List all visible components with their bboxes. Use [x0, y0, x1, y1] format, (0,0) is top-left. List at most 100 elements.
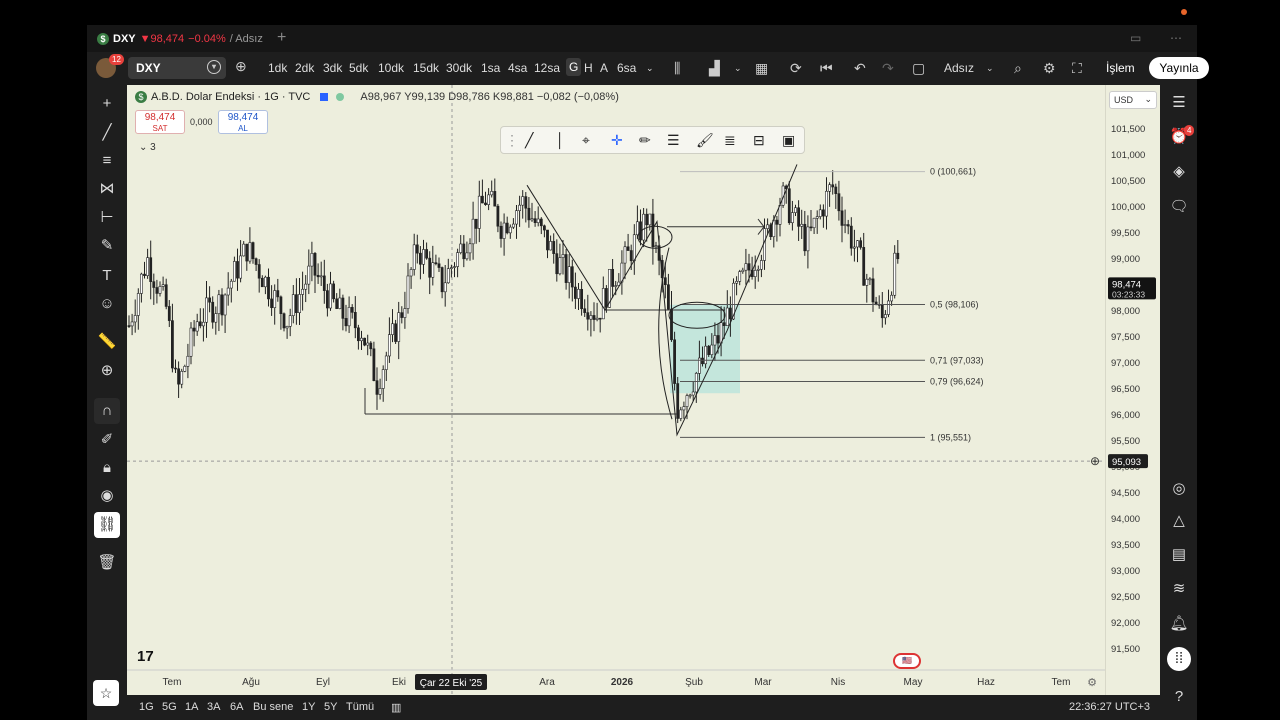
- stay-drawing-icon[interactable]: ✐: [94, 427, 120, 453]
- symbol-search[interactable]: DXY ▾: [128, 57, 226, 79]
- fib-tool-icon[interactable]: ☰: [667, 132, 680, 149]
- timeframe-3[interactable]: 5dk: [349, 61, 368, 75]
- visibility-icon[interactable]: ◉: [94, 483, 120, 509]
- layers-icon[interactable]: ◈: [1167, 160, 1191, 184]
- tab-dxy[interactable]: $ DXY ▼98,474 −0.04% / Adsız: [91, 28, 269, 50]
- us-flag-icon[interactable]: 🇺🇸: [893, 653, 921, 669]
- fib-extension-icon[interactable]: ≣: [724, 132, 736, 149]
- ruler-icon[interactable]: 📏: [94, 329, 120, 355]
- target-icon[interactable]: ◎: [1167, 477, 1191, 501]
- symbol-options-icon[interactable]: ▾: [207, 60, 221, 74]
- sell-button[interactable]: 98,474 SAT: [135, 110, 185, 134]
- help-icon[interactable]: ?: [1167, 685, 1191, 709]
- layout-icon[interactable]: ▢: [912, 60, 925, 77]
- compare-add-icon[interactable]: ⊕: [235, 58, 247, 75]
- range-button-5[interactable]: Bu sene: [253, 701, 293, 713]
- timeframe-11[interactable]: H: [584, 61, 593, 75]
- range-button-0[interactable]: 1G: [139, 701, 154, 713]
- undo-icon[interactable]: ↶: [854, 60, 866, 77]
- timeframe-2[interactable]: 3dk: [323, 61, 342, 75]
- monitor-icon[interactable]: ▭: [1130, 31, 1141, 45]
- gann-icon[interactable]: ⊟: [753, 132, 765, 149]
- price-axis-label: 94,000: [1111, 514, 1140, 525]
- candle-body: [192, 327, 196, 332]
- watchlist-icon[interactable]: ☰: [1167, 91, 1191, 115]
- timeframe-9[interactable]: 12sa: [534, 61, 560, 75]
- more-icon[interactable]: ⋯: [1170, 31, 1182, 45]
- news-icon[interactable]: ≋: [1167, 577, 1191, 601]
- price-axis-label: 100,500: [1111, 176, 1145, 187]
- timeframe-6[interactable]: 30dk: [446, 61, 472, 75]
- timeframe-dropdown-icon[interactable]: ⌄: [646, 63, 654, 74]
- emoji-icon[interactable]: ☺: [94, 291, 120, 317]
- trendline-icon[interactable]: ╱: [94, 120, 120, 146]
- publish-button[interactable]: Yayınla: [1149, 57, 1209, 79]
- indicators-icon[interactable]: ▟: [709, 60, 720, 77]
- indicators-collapse[interactable]: ⌄ 3: [139, 142, 156, 153]
- line-tool-icon[interactable]: ╱: [525, 132, 533, 149]
- redo-icon[interactable]: ↷: [882, 60, 894, 77]
- crosshair-icon[interactable]: +: [94, 91, 120, 117]
- range-button-7[interactable]: 5Y: [324, 701, 337, 713]
- favorites-star-icon[interactable]: ☆: [93, 680, 119, 706]
- timeframe-0[interactable]: 1dk: [268, 61, 287, 75]
- brush-tool-icon[interactable]: 🖌︎: [696, 132, 714, 149]
- layout-name[interactable]: Adsız: [944, 61, 974, 75]
- date-range-icon[interactable]: ▥: [391, 701, 401, 714]
- link-icon[interactable]: ⛓: [94, 512, 120, 538]
- pen-tool-icon[interactable]: ✏: [639, 132, 651, 149]
- range-button-2[interactable]: 1A: [185, 701, 198, 713]
- candle-body: [753, 270, 757, 277]
- price-axis[interactable]: 101,500 101,000 100,500 100,000 99,500 99,000…: [1105, 85, 1160, 700]
- search-icon[interactable]: ⌕: [1014, 60, 1022, 77]
- timeframe-1[interactable]: 2dk: [295, 61, 314, 75]
- drag-handle-icon[interactable]: ⋮: [505, 132, 519, 149]
- chat-icon[interactable]: 🗨︎: [1167, 195, 1191, 219]
- text-icon[interactable]: T: [94, 263, 120, 289]
- timeframe-7[interactable]: 1sa: [481, 61, 500, 75]
- timeframe-4[interactable]: 10dk: [378, 61, 404, 75]
- timeframe-12[interactable]: A: [600, 61, 608, 75]
- range-button-6[interactable]: 1Y: [302, 701, 315, 713]
- timeframe-5[interactable]: 15dk: [413, 61, 439, 75]
- notifications-icon[interactable]: 🔔︎: [1167, 612, 1191, 636]
- magnet-icon[interactable]: ∩: [94, 398, 120, 424]
- replay-icon[interactable]: ⏮: [820, 60, 833, 77]
- timeframe-8[interactable]: 4sa: [508, 61, 527, 75]
- calendar-icon[interactable]: ▤: [1167, 543, 1191, 567]
- timeframe-10[interactable]: G: [566, 58, 582, 76]
- candles-icon[interactable]: ⫼: [674, 60, 680, 77]
- candle-body: [868, 278, 872, 281]
- rectangle-tool-icon[interactable]: ▣: [782, 132, 795, 149]
- add-tab-button[interactable]: +: [277, 29, 286, 47]
- vertical-line-icon[interactable]: │: [556, 132, 565, 148]
- islem-button[interactable]: İşlem: [1098, 57, 1143, 79]
- layout-dropdown-icon[interactable]: ⌄: [986, 63, 994, 74]
- templates-icon[interactable]: ▦: [755, 60, 768, 77]
- currency-select[interactable]: USD ⌄: [1109, 91, 1157, 109]
- apps-grid-icon[interactable]: ⁞⁞: [1167, 647, 1191, 671]
- buy-button[interactable]: 98,474 AL: [218, 110, 268, 134]
- candle-body: [415, 244, 419, 254]
- chevron-down-icon[interactable]: ⌄: [734, 63, 742, 74]
- ideas-icon[interactable]: △: [1167, 509, 1191, 533]
- alert-icon[interactable]: ⟳: [790, 60, 802, 77]
- candle-body: [487, 194, 491, 205]
- trash-icon[interactable]: 🗑︎: [94, 550, 120, 576]
- path-tool-icon[interactable]: ⌖: [582, 132, 590, 149]
- cross-tool-icon[interactable]: ✛: [611, 132, 623, 149]
- projection-icon[interactable]: ⊢: [94, 205, 120, 231]
- range-button-8[interactable]: Tümü: [346, 701, 374, 713]
- brush-icon[interactable]: ✎: [94, 233, 120, 259]
- chart-area[interactable]: 0 (100,661) 0,5 (98,106) 0,71 (97,033) 0,79…: [127, 85, 1160, 700]
- range-button-1[interactable]: 5G: [162, 701, 177, 713]
- zoom-icon[interactable]: ⊕: [94, 358, 120, 384]
- lock-icon[interactable]: 🔒︎: [94, 455, 120, 481]
- pattern-icon[interactable]: ⋈: [94, 176, 120, 202]
- settings-icon[interactable]: ⚙: [1043, 60, 1056, 77]
- timeframe-13[interactable]: 6sa: [617, 61, 636, 75]
- range-button-3[interactable]: 3A: [207, 701, 220, 713]
- range-button-4[interactable]: 6A: [230, 701, 243, 713]
- fib-icon[interactable]: ≡: [94, 148, 120, 174]
- fullscreen-icon[interactable]: ⛶: [1072, 60, 1082, 77]
